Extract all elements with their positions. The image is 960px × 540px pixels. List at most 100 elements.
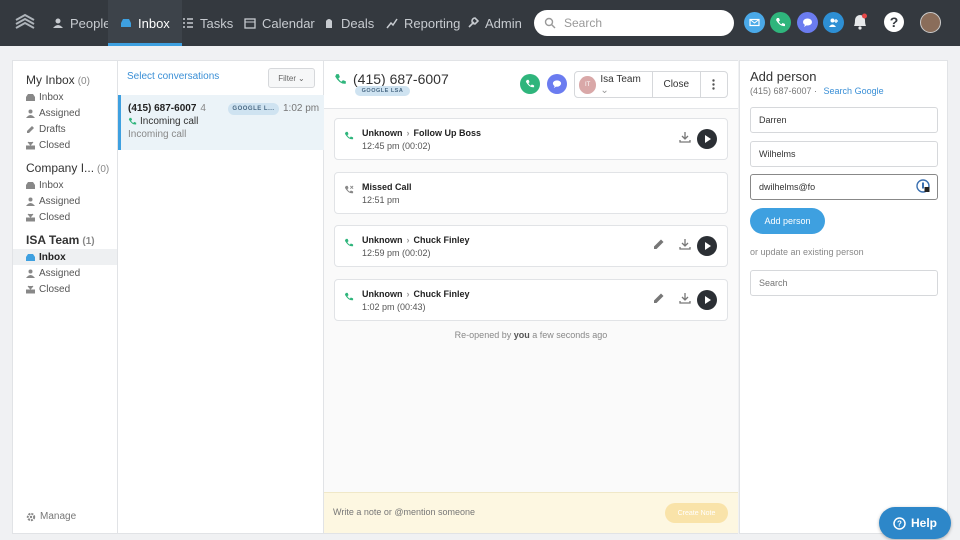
- my-inbox-closed[interactable]: Closed: [13, 137, 117, 153]
- nav-tasks-label: Tasks: [200, 15, 234, 31]
- call-time: 12:45 pm (00:02): [362, 141, 431, 151]
- pencil-icon[interactable]: [652, 237, 666, 251]
- deals-icon: [326, 19, 332, 28]
- user-add-button[interactable]: [823, 12, 844, 33]
- missed-call-card: Missed Call 12:51 pm: [334, 172, 728, 214]
- play-button[interactable]: [697, 129, 717, 149]
- create-note-button[interactable]: Create Note: [665, 503, 728, 523]
- download-icon[interactable]: [678, 130, 692, 144]
- isa-team-inbox[interactable]: Inbox: [13, 249, 117, 265]
- nav-deals[interactable]: Deals: [323, 0, 374, 46]
- call-time: 12:51 pm: [362, 195, 400, 205]
- help-menu-button[interactable]: ?: [884, 12, 904, 32]
- filter-button[interactable]: Filter ⌄: [268, 68, 315, 88]
- company-inbox-heading[interactable]: Company I... (0): [26, 161, 109, 175]
- download-icon[interactable]: [678, 237, 692, 251]
- company-inbox-inbox[interactable]: Inbox: [13, 177, 117, 193]
- question-icon: ?: [889, 14, 899, 30]
- inbox-icon: [26, 253, 35, 261]
- bell-icon: [854, 13, 867, 30]
- select-conversations-link[interactable]: Select conversations: [127, 71, 219, 82]
- global-search[interactable]: [534, 10, 734, 36]
- tasks-icon: [183, 18, 193, 28]
- conversation-header: (415) 687-6007 GOOGLE LSA IT Isa Team ⌄ …: [324, 61, 738, 109]
- password-manager-icon[interactable]: [916, 179, 930, 193]
- play-icon: [704, 242, 711, 250]
- company-inbox-assigned[interactable]: Assigned: [13, 193, 117, 209]
- more-options-button[interactable]: [701, 79, 727, 90]
- inbox-icon: [26, 181, 35, 189]
- download-icon[interactable]: [678, 291, 692, 305]
- call-participants: Unknown › Chuck Finley: [362, 289, 470, 299]
- nav-admin[interactable]: Admin: [467, 0, 522, 46]
- missed-call-icon: [344, 185, 354, 194]
- nav-reporting[interactable]: Reporting: [386, 0, 460, 46]
- svg-text:?: ?: [897, 519, 902, 528]
- nav-people[interactable]: People: [52, 0, 110, 46]
- nav-admin-label: Admin: [485, 15, 522, 31]
- chevron-right-icon: ›: [406, 289, 410, 299]
- phone-icon: [344, 238, 354, 247]
- call-button[interactable]: [520, 74, 540, 94]
- team-select[interactable]: Isa Team ⌄: [600, 74, 651, 96]
- person-icon: [26, 269, 35, 278]
- message-button[interactable]: [547, 74, 567, 94]
- inbox-icon: [121, 19, 131, 27]
- conversation-list: Select conversations Filter ⌄ (415) 687-6…: [117, 60, 324, 534]
- closed-inbox-icon: [26, 285, 35, 293]
- call-participants: Unknown › Chuck Finley: [362, 235, 470, 245]
- isa-team-heading[interactable]: ISA Team (1): [26, 233, 95, 247]
- people-icon: [53, 18, 63, 28]
- last-name-field[interactable]: [750, 141, 938, 167]
- existing-person-search[interactable]: [750, 270, 938, 296]
- nav-inbox[interactable]: Inbox: [108, 0, 182, 46]
- question-circle-icon: ?: [893, 516, 906, 530]
- first-name-field[interactable]: [750, 107, 938, 133]
- phone-icon: [344, 292, 354, 301]
- note-input[interactable]: Write a note or @mention someone: [333, 507, 475, 517]
- my-inbox-drafts[interactable]: Drafts: [13, 121, 117, 137]
- chat-button[interactable]: [797, 12, 818, 33]
- chat-bubble-icon: [803, 18, 812, 27]
- my-inbox-inbox[interactable]: Inbox: [13, 89, 117, 105]
- team-assign-group: IT Isa Team ⌄ Close: [574, 71, 728, 98]
- add-person-button[interactable]: Add person: [750, 208, 825, 234]
- isa-team-assigned[interactable]: Assigned: [13, 265, 117, 281]
- play-button[interactable]: [697, 236, 717, 256]
- nav-tasks[interactable]: Tasks: [182, 0, 233, 46]
- play-button[interactable]: [697, 290, 717, 310]
- nav-calendar-label: Calendar: [262, 15, 315, 31]
- conversation-time: 1:02 pm: [283, 103, 320, 114]
- note-composer: Write a note or @mention someone Create …: [324, 492, 738, 533]
- phone-icon: [335, 73, 346, 84]
- phone-button[interactable]: [770, 12, 791, 33]
- isa-team-closed[interactable]: Closed: [13, 281, 117, 297]
- pencil-icon[interactable]: [652, 291, 666, 305]
- notifications-button[interactable]: [850, 12, 870, 32]
- call-entry-card: Unknown › Chuck Finley 12:59 pm (00:02): [334, 225, 728, 267]
- help-button[interactable]: ? Help: [879, 507, 951, 539]
- app-logo-icon[interactable]: [14, 12, 36, 34]
- search-google-link[interactable]: Search Google: [824, 86, 884, 96]
- my-inbox-assigned[interactable]: Assigned: [13, 105, 117, 121]
- nav-inbox-label: Inbox: [138, 15, 170, 31]
- person-icon: [26, 109, 35, 118]
- global-search-input[interactable]: [564, 16, 714, 30]
- chevron-right-icon: ›: [406, 128, 410, 138]
- call-time: 12:59 pm (00:02): [362, 248, 431, 258]
- missed-call-label: Missed Call: [362, 182, 412, 192]
- company-inbox-closed[interactable]: Closed: [13, 209, 117, 225]
- my-inbox-heading[interactable]: My Inbox (0): [26, 73, 90, 87]
- add-person-panel: Add person (415) 687-6007 · Search Googl…: [739, 60, 948, 534]
- source-badge: GOOGLE L...: [228, 103, 279, 115]
- email-button[interactable]: [744, 12, 765, 33]
- close-button[interactable]: Close: [653, 79, 700, 90]
- nav-calendar[interactable]: Calendar: [244, 0, 315, 46]
- conversation-row[interactable]: (415) 687-6007 4 GOOGLE L... 1:02 pm Inco…: [118, 95, 324, 150]
- email-field[interactable]: [750, 174, 938, 200]
- nav-people-label: People: [70, 15, 111, 31]
- chat-bubble-icon: [552, 80, 562, 89]
- user-avatar[interactable]: [920, 12, 941, 33]
- reopened-note: Re-opened by you a few seconds ago: [454, 330, 608, 340]
- manage-link[interactable]: Manage: [26, 511, 76, 522]
